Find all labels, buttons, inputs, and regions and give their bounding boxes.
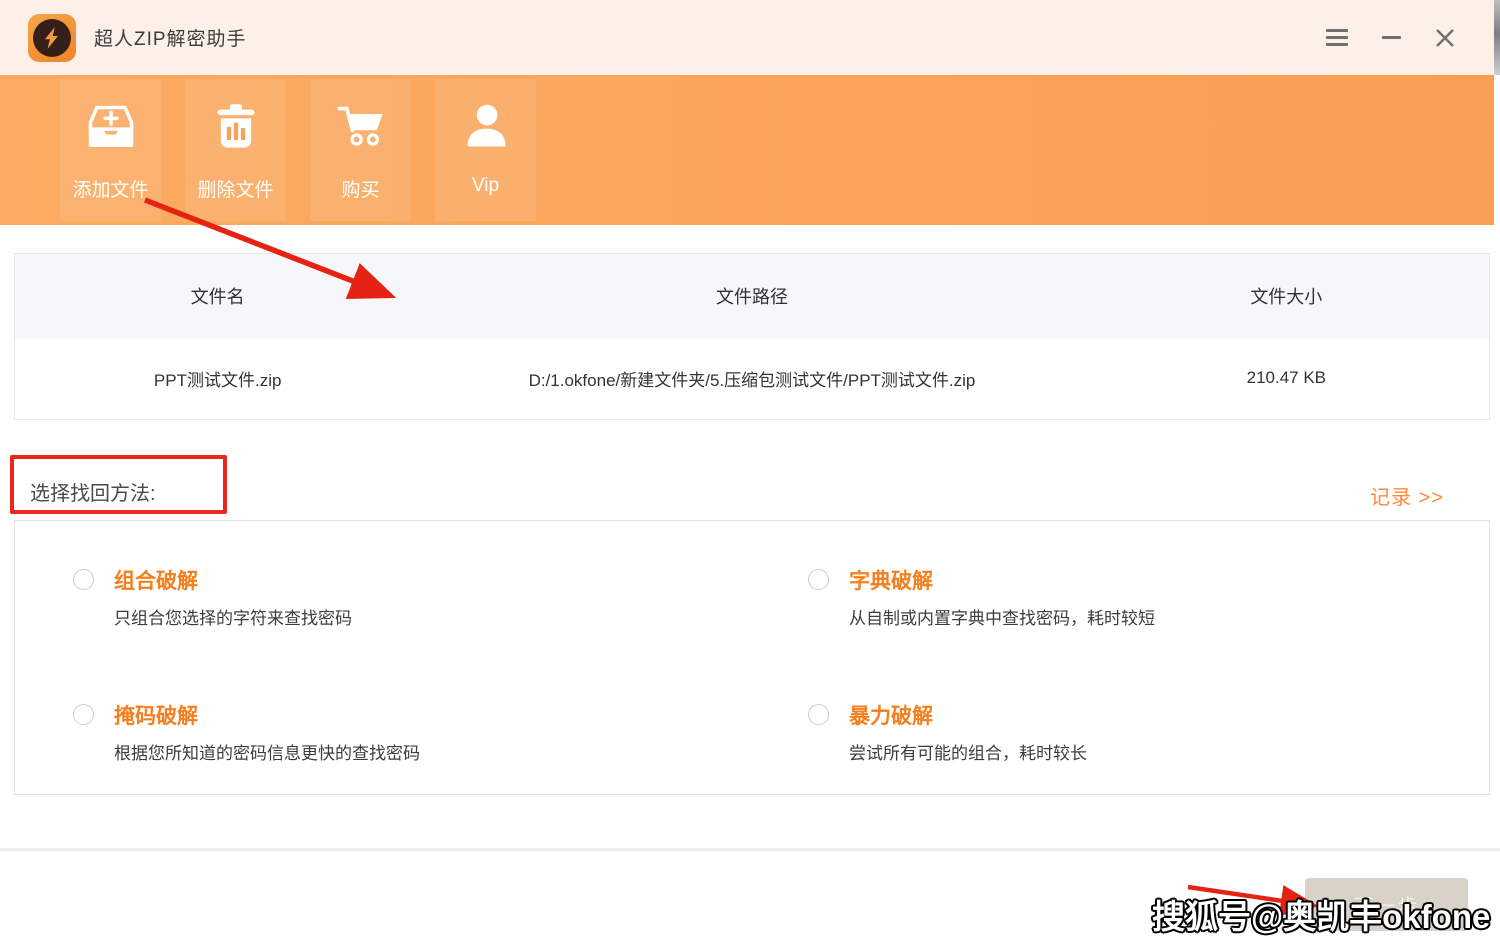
annotation-arrow-next-button xyxy=(1187,884,1319,917)
tool-label: Vip xyxy=(471,175,500,196)
tool-label: 购买 xyxy=(341,180,380,201)
radio-bruteforce-crack[interactable] xyxy=(808,704,829,725)
window-controls xyxy=(1324,0,1458,75)
add-file-icon xyxy=(88,105,133,148)
radio-dictionary-crack[interactable] xyxy=(808,569,829,590)
vip-button[interactable]: Vip xyxy=(435,79,536,221)
option-description: 从自制或内置字典中查找密码，耗时较短 xyxy=(849,609,1155,628)
buy-button[interactable]: 购买 xyxy=(310,79,411,221)
cell-filename: PPT测试文件.zip xyxy=(153,370,282,390)
recovery-options-panel: 组合破解 只组合您选择的字符来查找密码 字典破解 从自制或内置字典中查找密码，耗… xyxy=(14,520,1490,795)
option-title: 组合破解 xyxy=(114,570,198,593)
option-combination-crack[interactable]: 组合破解 只组合您选择的字符来查找密码 xyxy=(73,565,352,629)
user-icon xyxy=(467,104,505,147)
option-description: 尝试所有可能的组合，耗时较长 xyxy=(849,744,1087,763)
lightning-bolt-icon xyxy=(33,18,71,57)
table-row[interactable]: PPT测试文件.zip D:/1.okfone/新建文件夹/5.压缩包测试文件/… xyxy=(15,338,1489,418)
delete-file-button[interactable]: 删除文件 xyxy=(185,79,286,221)
file-table: 文件名 文件路径 文件大小 PPT测试文件.zip D:/1.okfone/新建… xyxy=(14,253,1490,420)
column-header-filesize: 文件大小 xyxy=(1250,286,1323,307)
add-file-button[interactable]: 添加文件 xyxy=(60,79,161,221)
option-title: 暴力破解 xyxy=(849,705,933,728)
column-header-filepath: 文件路径 xyxy=(715,286,788,307)
tool-label: 添加文件 xyxy=(72,180,149,201)
tool-label: 删除文件 xyxy=(197,180,274,201)
method-section-label: 选择找回方法: xyxy=(30,483,156,505)
menu-icon[interactable] xyxy=(1324,25,1350,51)
cell-filepath: D:/1.okfone/新建文件夹/5.压缩包测试文件/PPT测试文件.zip xyxy=(528,370,976,390)
radio-combination-crack[interactable] xyxy=(73,569,94,590)
close-icon[interactable] xyxy=(1432,25,1458,51)
footer-divider xyxy=(0,848,1500,851)
option-description: 只组合您选择的字符来查找密码 xyxy=(114,609,352,628)
file-table-header: 文件名 文件路径 文件大小 xyxy=(15,254,1489,338)
option-title: 掩码破解 xyxy=(114,705,198,728)
cell-filesize: 210.47 KB xyxy=(1246,368,1327,387)
app-logo-icon xyxy=(28,13,76,62)
minimize-icon[interactable] xyxy=(1378,25,1404,51)
shopping-cart-icon xyxy=(336,106,383,146)
option-description: 根据您所知道的密码信息更快的查找密码 xyxy=(114,744,420,763)
delete-file-icon xyxy=(217,104,254,148)
toolbar: 添加文件 删除文件 购买 Vip xyxy=(0,75,1494,225)
background-window-edge xyxy=(1494,0,1500,75)
option-bruteforce-crack[interactable]: 暴力破解 尝试所有可能的组合，耗时较长 xyxy=(808,700,1087,764)
records-link[interactable]: 记录 >> xyxy=(1370,481,1444,510)
window-title: 超人ZIP解密助手 xyxy=(94,29,247,50)
option-mask-crack[interactable]: 掩码破解 根据您所知道的密码信息更快的查找密码 xyxy=(73,700,420,764)
column-header-filename: 文件名 xyxy=(190,286,245,307)
option-title: 字典破解 xyxy=(849,570,933,593)
radio-mask-crack[interactable] xyxy=(73,704,94,725)
next-step-button[interactable]: 下一步 xyxy=(1305,878,1468,931)
option-dictionary-crack[interactable]: 字典破解 从自制或内置字典中查找密码，耗时较短 xyxy=(808,565,1155,629)
title-bar: 超人ZIP解密助手 xyxy=(0,0,1494,75)
